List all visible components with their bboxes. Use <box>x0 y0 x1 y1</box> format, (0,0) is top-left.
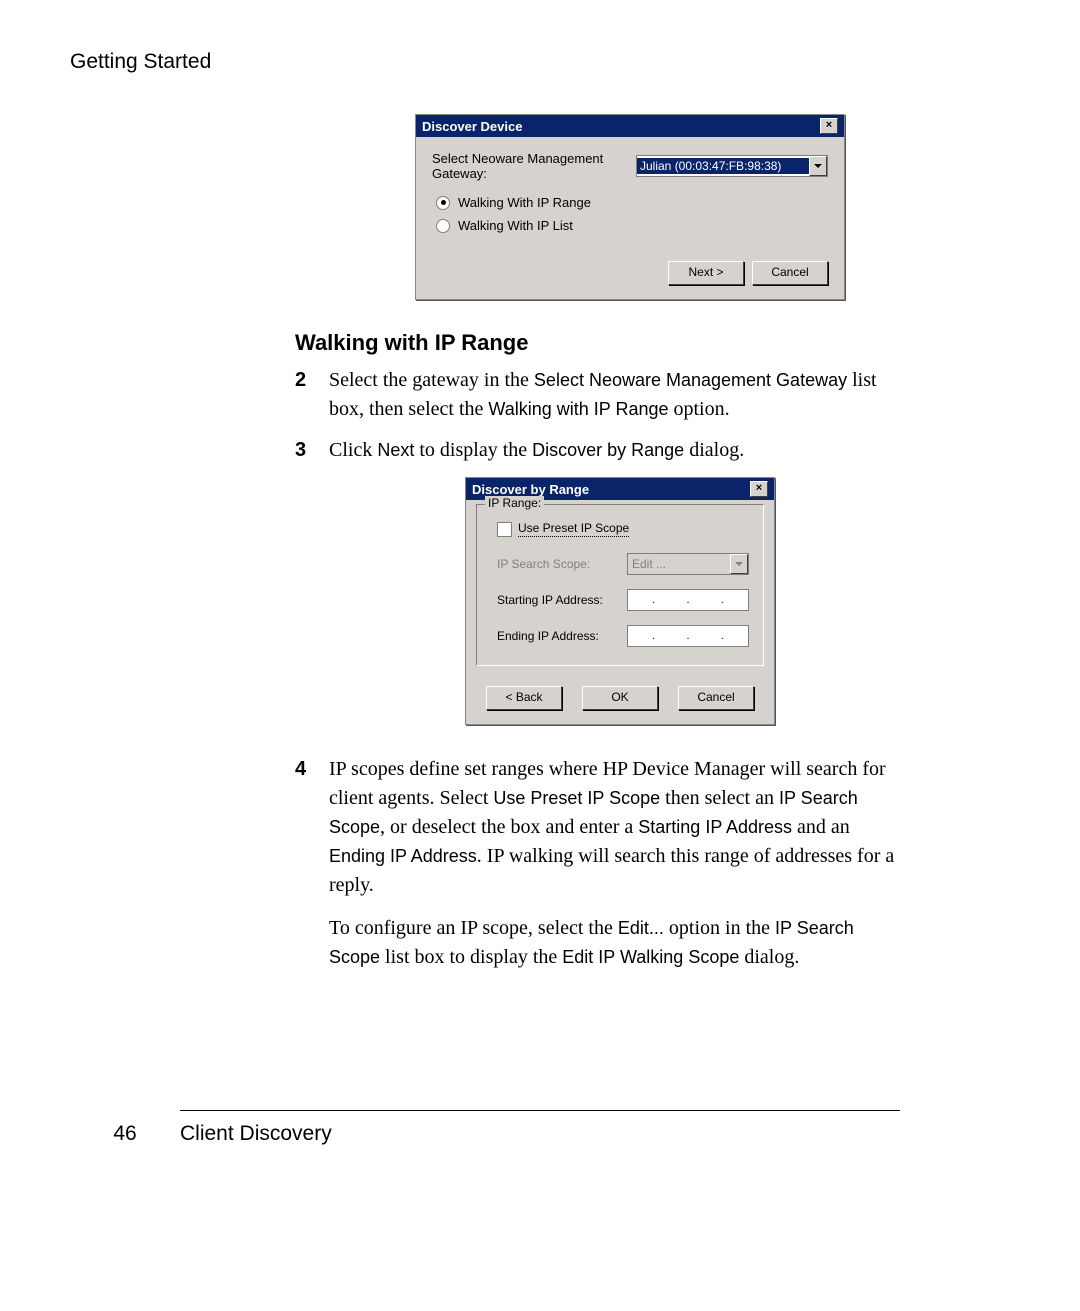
end-ip-input[interactable]: . . . <box>627 625 749 647</box>
scope-combo[interactable]: Edit ... <box>627 553 749 575</box>
step-2: 2 Select the gateway in the Select Neowa… <box>295 366 900 424</box>
start-ip-input[interactable]: . . . <box>627 589 749 611</box>
scope-value: Edit ... <box>628 557 730 571</box>
step-4: 4 IP scopes define set ranges where HP D… <box>295 755 900 900</box>
close-icon[interactable]: × <box>750 481 768 497</box>
chevron-down-icon[interactable] <box>809 156 827 176</box>
body-paragraph: To configure an IP scope, select the Edi… <box>329 914 900 972</box>
step-number: 4 <box>295 755 329 900</box>
gateway-combo[interactable]: Julian (00:03:47:FB:98:38) <box>636 155 828 177</box>
ui-term: Select Neoware Management Gateway <box>534 370 847 390</box>
chevron-down-icon[interactable] <box>730 554 748 574</box>
end-ip-label: Ending IP Address: <box>497 629 627 643</box>
radio-ip-range[interactable]: Walking With IP Range <box>436 195 828 210</box>
use-preset-checkbox-row[interactable]: Use Preset IP Scope <box>497 521 749 537</box>
ui-term: Walking with IP Range <box>488 399 668 419</box>
radio-label: Walking With IP Range <box>458 195 591 210</box>
dialog-title: Discover by Range <box>472 482 589 497</box>
step-text: Select the gateway in the Select Neoware… <box>329 366 900 424</box>
ok-button[interactable]: OK <box>582 686 658 710</box>
fieldset-legend: IP Range: <box>485 496 544 510</box>
step-3: 3 Click Next to display the Discover by … <box>295 436 900 465</box>
dialog-title-bar: Discover Device × <box>416 115 844 137</box>
page-footer: 46 Client Discovery <box>70 1122 332 1146</box>
gateway-label: Select Neoware Management Gateway: <box>432 151 636 181</box>
ui-term: Edit IP Walking Scope <box>562 947 739 967</box>
next-button[interactable]: Next > <box>668 261 744 285</box>
radio-label: Walking With IP List <box>458 218 573 233</box>
discover-device-dialog: Discover Device × Select Neoware Managem… <box>415 114 845 300</box>
gateway-value: Julian (00:03:47:FB:98:38) <box>637 158 809 174</box>
start-ip-label: Starting IP Address: <box>497 593 627 607</box>
back-button[interactable]: < Back <box>486 686 562 710</box>
footer-rule <box>180 1110 900 1111</box>
ui-term: Discover by Range <box>532 440 684 460</box>
checkbox-icon[interactable] <box>497 522 512 537</box>
running-head: Getting Started <box>70 50 900 74</box>
step-number: 2 <box>295 366 329 424</box>
checkbox-label: Use Preset IP Scope <box>518 521 629 537</box>
radio-icon <box>436 196 450 210</box>
step-number: 3 <box>295 436 329 465</box>
radio-ip-list[interactable]: Walking With IP List <box>436 218 828 233</box>
dialog-title: Discover Device <box>422 119 522 134</box>
ui-term: Starting IP Address <box>638 817 792 837</box>
ui-term: Ending IP Address <box>329 846 477 866</box>
cancel-button[interactable]: Cancel <box>752 261 828 285</box>
close-icon[interactable]: × <box>820 118 838 134</box>
cancel-button[interactable]: Cancel <box>678 686 754 710</box>
radio-icon <box>436 219 450 233</box>
ui-term: Next <box>377 440 414 460</box>
footer-section: Client Discovery <box>180 1122 332 1146</box>
step-text: IP scopes define set ranges where HP Dev… <box>329 755 900 900</box>
page-number: 46 <box>70 1122 180 1146</box>
ip-range-fieldset: IP Range: Use Preset IP Scope IP Search … <box>476 504 764 666</box>
scope-label: IP Search Scope: <box>497 557 627 571</box>
discover-by-range-dialog: Discover by Range × IP Range: Use Preset… <box>465 477 775 725</box>
section-heading: Walking with IP Range <box>295 330 900 356</box>
ui-term: Edit... <box>618 918 664 938</box>
ui-term: Use Preset IP Scope <box>493 788 660 808</box>
step-text: Click Next to display the Discover by Ra… <box>329 436 900 465</box>
